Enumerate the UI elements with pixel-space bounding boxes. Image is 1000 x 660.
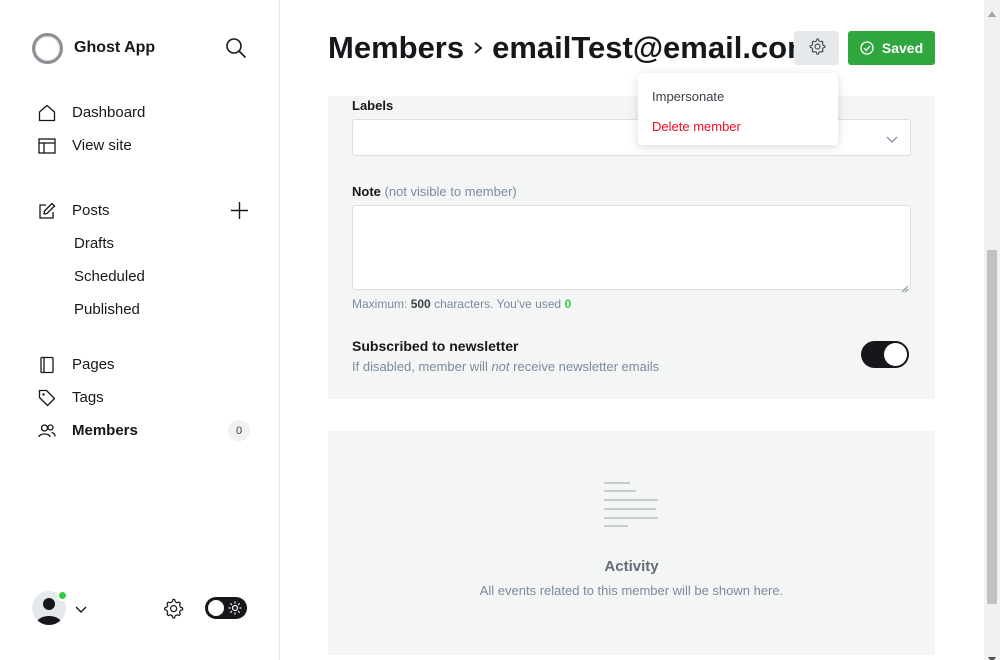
- note-label-text: Note: [352, 184, 381, 199]
- online-status-dot: [57, 590, 68, 601]
- nav-tags[interactable]: Tags: [38, 381, 250, 414]
- scroll-down-icon[interactable]: [988, 650, 996, 660]
- nav-pages-label: Pages: [72, 356, 115, 373]
- primary-nav: Dashboard View site: [38, 96, 250, 162]
- scroll-up-icon[interactable]: [988, 4, 996, 17]
- nav-members-label: Members: [72, 422, 138, 439]
- note-hint: (not visible to member): [384, 184, 517, 199]
- nav-view-site[interactable]: View site: [38, 129, 250, 162]
- chevron-down-icon: [886, 132, 898, 144]
- nav-tags-label: Tags: [72, 389, 104, 406]
- nav-scheduled-label: Scheduled: [74, 268, 145, 285]
- char-max: 500: [410, 297, 431, 311]
- saved-button[interactable]: Saved: [848, 31, 935, 65]
- activity-description: All events related to this member will b…: [479, 583, 784, 598]
- home-icon: [38, 104, 56, 122]
- sun-icon: [228, 601, 242, 615]
- members-icon: [38, 422, 56, 440]
- newsletter-toggle[interactable]: [861, 341, 909, 368]
- plus-icon[interactable]: [229, 200, 250, 221]
- nav-dashboard[interactable]: Dashboard: [38, 96, 250, 129]
- nav-dashboard-label: Dashboard: [72, 104, 146, 121]
- tag-icon: [38, 389, 56, 407]
- layout-icon: [38, 137, 56, 155]
- search-icon[interactable]: [225, 37, 247, 59]
- member-form-card: Labels Note (not visible to member) Maxi…: [328, 96, 935, 399]
- nav-drafts-label: Drafts: [74, 235, 115, 252]
- scrollbar-thumb[interactable]: [987, 250, 997, 604]
- resize-grip[interactable]: [901, 280, 909, 293]
- note-field-label: Note (not visible to member): [352, 184, 517, 199]
- newsletter-desc-after: receive newsletter emails: [513, 359, 660, 374]
- newsletter-toggle-knob: [884, 343, 907, 366]
- delete-member-menu-item[interactable]: Delete member: [638, 111, 838, 141]
- nav-posts-label: Posts: [72, 202, 110, 219]
- theme-toggle-knob: [208, 600, 224, 616]
- nav-posts[interactable]: Posts: [38, 194, 250, 227]
- sidebar: Ghost App Dashboard View site Posts Draf…: [0, 0, 280, 660]
- chevron-right-icon: [470, 40, 486, 56]
- brand[interactable]: Ghost App: [32, 32, 155, 64]
- nav-published[interactable]: Published: [38, 293, 250, 326]
- content-nav: Posts Drafts Scheduled Published: [38, 194, 250, 326]
- impersonate-menu-item[interactable]: Impersonate: [638, 81, 838, 111]
- main-content: Members emailTest@email.com Saved Labels…: [281, 0, 984, 660]
- nav-published-label: Published: [74, 301, 140, 318]
- member-settings-menu: Impersonate Delete member: [638, 73, 838, 145]
- secondary-nav: Pages Tags Members 0: [38, 348, 250, 447]
- nav-drafts[interactable]: Drafts: [38, 227, 250, 260]
- breadcrumb-members[interactable]: Members: [328, 30, 464, 66]
- page-title: Members emailTest@email.com: [328, 28, 798, 68]
- page-scrollbar[interactable]: [984, 0, 1000, 660]
- page-icon: [38, 356, 56, 374]
- char-used: 0: [564, 297, 572, 311]
- chevron-down-icon[interactable]: [75, 602, 87, 614]
- note-textarea[interactable]: [352, 205, 911, 290]
- nav-scheduled[interactable]: Scheduled: [38, 260, 250, 293]
- theme-toggle[interactable]: [205, 597, 247, 619]
- sidebar-footer: [32, 590, 248, 626]
- activity-lines-icon: [602, 481, 660, 531]
- nav-view-site-label: View site: [72, 137, 132, 154]
- member-settings-button[interactable]: [794, 31, 839, 65]
- gear-icon: [808, 37, 826, 60]
- saved-button-label: Saved: [881, 40, 924, 56]
- newsletter-title: Subscribed to newsletter: [352, 338, 519, 354]
- char-count-middle: characters. You've used: [434, 297, 562, 311]
- nav-members[interactable]: Members 0: [38, 414, 250, 447]
- edit-icon: [38, 202, 56, 220]
- labels-field-label: Labels: [352, 98, 394, 113]
- nav-pages[interactable]: Pages: [38, 348, 250, 381]
- activity-title: Activity: [604, 558, 659, 575]
- check-circle-icon: [860, 41, 874, 55]
- brand-logo: [32, 32, 63, 64]
- char-count: Maximum: 500 characters. You've used 0: [352, 297, 571, 311]
- brand-name: Ghost App: [74, 39, 156, 56]
- newsletter-desc-before: If disabled, member will: [352, 359, 488, 374]
- newsletter-desc-em: not: [491, 359, 510, 374]
- activity-card: Activity All events related to this memb…: [328, 431, 935, 655]
- members-count-badge: 0: [228, 420, 250, 441]
- gear-icon[interactable]: [162, 597, 184, 619]
- newsletter-description: If disabled, member will not receive new…: [352, 359, 659, 374]
- member-email-title: emailTest@email.com: [492, 30, 798, 65]
- char-count-prefix: Maximum:: [352, 297, 408, 311]
